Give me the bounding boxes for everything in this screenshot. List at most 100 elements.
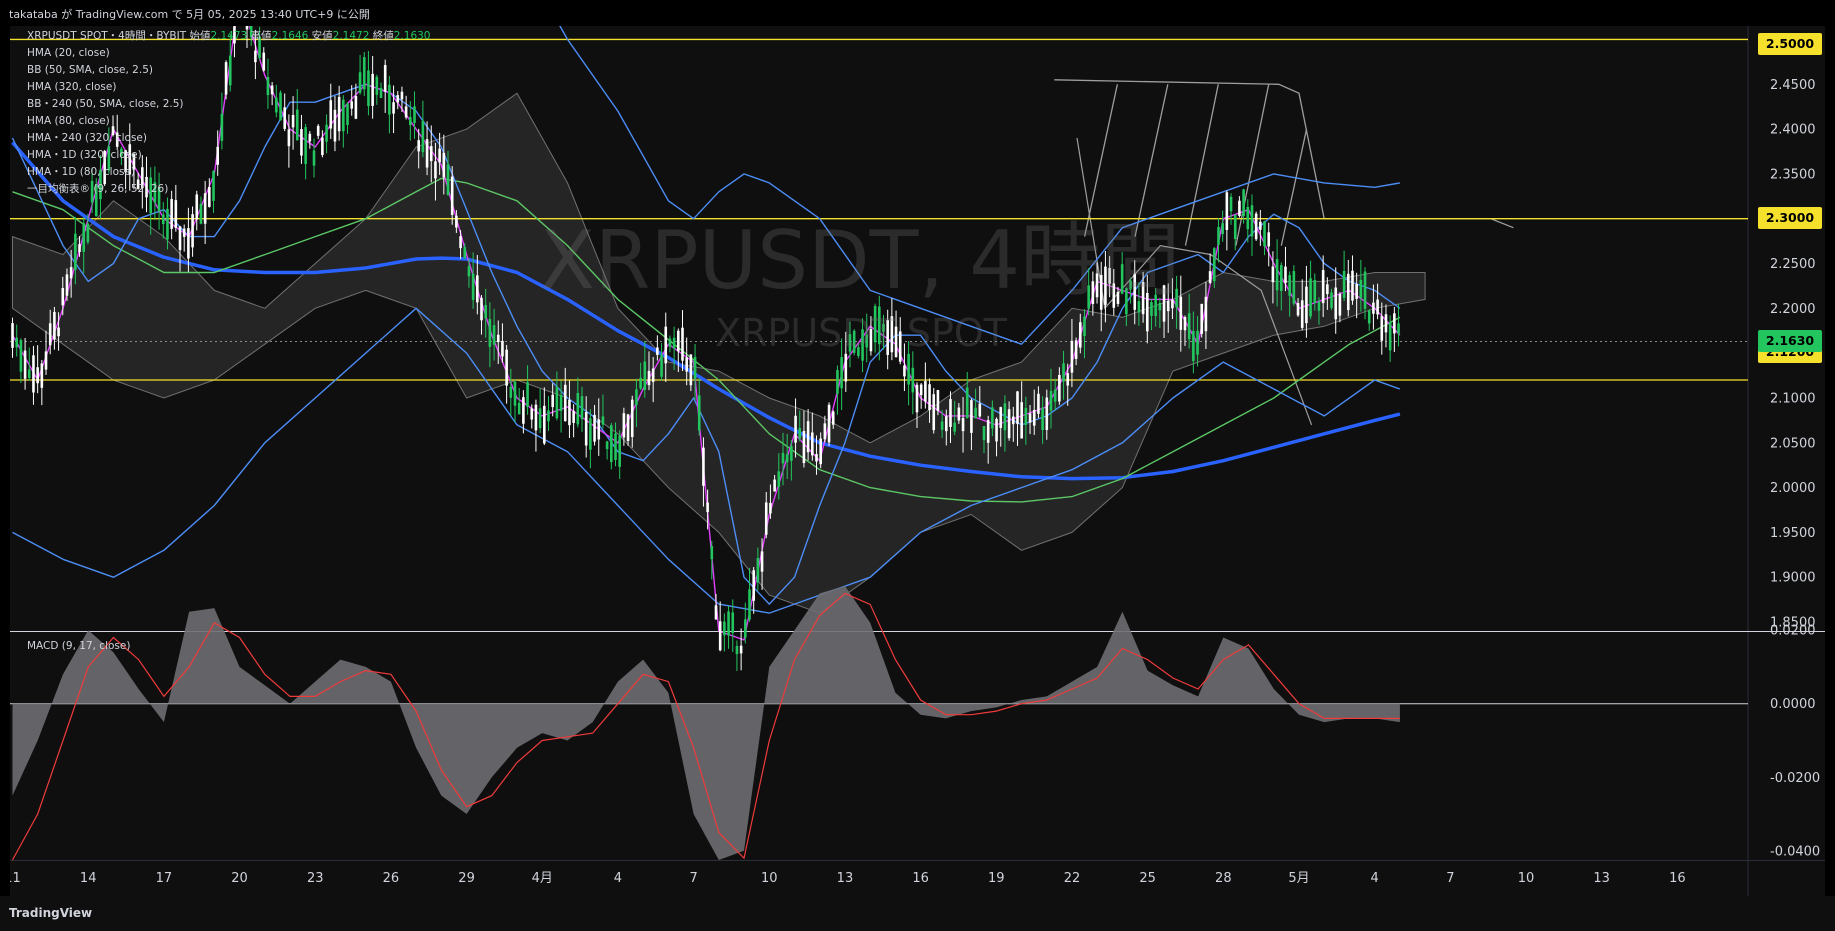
candle-body xyxy=(484,304,487,319)
candle-body xyxy=(551,394,554,408)
chart-canvas[interactable]: 2.45002.40002.35002.25002.20002.15002.10… xyxy=(10,26,1825,896)
candle-body xyxy=(626,414,630,442)
macd-tick-label: 0.0200 xyxy=(1770,624,1816,639)
candle-body xyxy=(23,350,27,379)
candle-body xyxy=(965,387,969,419)
candle-body xyxy=(1254,213,1258,240)
candle-body xyxy=(182,228,186,237)
candle-body xyxy=(1053,389,1057,402)
time-tick-label: 10 xyxy=(1518,871,1535,886)
candle-body xyxy=(488,319,492,347)
candle-body xyxy=(727,611,730,636)
candle-body xyxy=(1217,226,1220,245)
candle-body xyxy=(1338,294,1342,316)
candle-body xyxy=(308,133,312,142)
candle-body xyxy=(11,323,14,348)
candle-body xyxy=(1078,322,1082,348)
candle-body xyxy=(811,432,814,456)
candle-body xyxy=(735,645,739,655)
legend-symbol: XRPUSDT SPOT・4時間・BYBIT xyxy=(27,30,187,42)
candle-body xyxy=(459,236,462,249)
candle-body xyxy=(1204,296,1208,332)
candle-body xyxy=(1359,279,1363,299)
legend-macd[interactable]: MACD (9, 17, close) xyxy=(27,638,130,655)
candle-body xyxy=(224,62,228,95)
candle-body xyxy=(283,107,286,129)
candle-body xyxy=(677,330,680,352)
candle-body xyxy=(823,423,827,440)
candle-body xyxy=(1267,232,1271,247)
candle-body xyxy=(689,354,693,386)
candle-body xyxy=(945,416,948,432)
candle-body xyxy=(538,408,542,429)
candle-body xyxy=(36,367,39,384)
candle-body xyxy=(421,120,425,153)
candle-body xyxy=(1032,409,1036,426)
candle-body xyxy=(438,148,441,163)
candle-body xyxy=(517,402,521,415)
price-tick-label: 2.0000 xyxy=(1770,481,1816,496)
candle-body xyxy=(664,326,668,364)
candle-body xyxy=(467,266,471,277)
candle-body xyxy=(1397,323,1400,334)
candle-body xyxy=(1305,286,1308,324)
candle-body xyxy=(270,85,274,95)
tradingview-logo[interactable]: TradingView xyxy=(9,906,92,920)
legend-high: 2.1646 xyxy=(271,30,309,42)
legend-indicator-3[interactable]: BB・240 (50, SMA, close, 2.5) xyxy=(27,96,184,113)
candle-body xyxy=(254,50,257,63)
legend-symbol-line[interactable]: XRPUSDT SPOT・4時間・BYBIT 始値2.1473 高値2.1646… xyxy=(27,28,431,45)
legend-indicator-4[interactable]: HMA (80, close) xyxy=(27,113,110,130)
candle-body xyxy=(630,399,634,438)
candle-body xyxy=(773,479,776,492)
candle-body xyxy=(1208,271,1212,283)
current-price-tag: 2.1630 xyxy=(1758,330,1822,352)
candle-body xyxy=(295,109,299,141)
candle-body xyxy=(496,334,500,343)
legend-indicator-8[interactable]: 一目均衡表® (9, 26, 52, 26) xyxy=(27,181,168,198)
candle-body xyxy=(40,363,44,388)
candle-body xyxy=(19,340,23,372)
candle-body xyxy=(287,129,291,147)
candle-body xyxy=(563,384,567,422)
candle-body xyxy=(409,116,412,126)
candle-body xyxy=(547,410,550,422)
candle-body xyxy=(392,102,395,114)
legend-indicator-5[interactable]: HMA・240 (320, close) xyxy=(27,130,147,147)
legend-close-label: 終値 xyxy=(372,30,394,42)
candle-body xyxy=(455,215,458,228)
candle-body xyxy=(492,325,496,345)
time-tick-label: 25 xyxy=(1139,871,1156,886)
candle-body xyxy=(936,390,940,411)
candle-body xyxy=(425,139,429,168)
legend-indicator-6[interactable]: HMA・1D (320, close) xyxy=(27,147,142,164)
candle-body xyxy=(995,418,998,442)
candle-body xyxy=(991,407,994,429)
candle-body xyxy=(1200,303,1204,334)
candle-body xyxy=(731,612,735,634)
candle-body xyxy=(342,99,345,132)
candle-body xyxy=(589,418,592,450)
legend-open-label: 始値 xyxy=(189,30,211,42)
price-tick-label: 2.0500 xyxy=(1770,436,1816,451)
time-tick-label: 11 xyxy=(10,871,21,886)
candle-body xyxy=(924,381,927,402)
candle-body xyxy=(685,357,688,372)
candle-body xyxy=(798,427,802,439)
candle-body xyxy=(434,161,437,179)
candle-body xyxy=(1229,196,1233,212)
candle-body xyxy=(831,411,835,425)
candle-body xyxy=(333,109,337,142)
candle-body xyxy=(760,551,764,572)
candle-body xyxy=(1024,408,1028,425)
candle-body xyxy=(329,100,333,129)
legend-indicator-2[interactable]: HMA (320, close) xyxy=(27,79,116,96)
chart-frame[interactable]: 2.45002.40002.35002.25002.20002.15002.10… xyxy=(10,26,1825,896)
legend-indicator-7[interactable]: HMA・1D (80, close) xyxy=(27,164,135,181)
candle-body xyxy=(1271,266,1275,283)
legend-indicator-0[interactable]: HMA (20, close) xyxy=(27,45,110,62)
legend-indicator-1[interactable]: BB (50, SMA, close, 2.5) xyxy=(27,62,153,79)
candle-body xyxy=(379,87,383,98)
candle-body xyxy=(337,96,341,132)
candle-body xyxy=(1020,402,1023,439)
